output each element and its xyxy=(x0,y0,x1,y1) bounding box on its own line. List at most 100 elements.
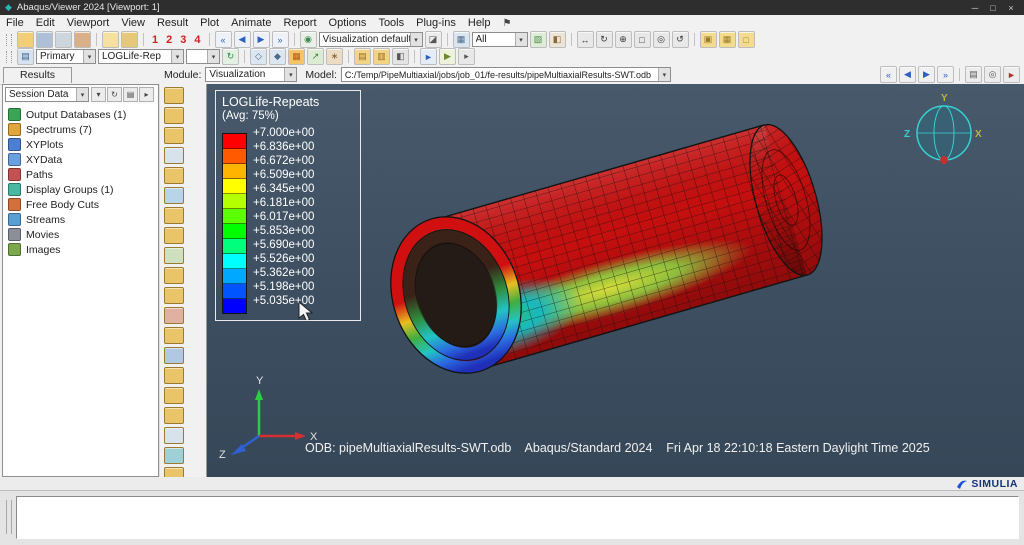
next-frame-button[interactable]: ▶ xyxy=(252,31,270,48)
menu-item[interactable]: Plot xyxy=(194,17,225,29)
field-output-dialog-icon[interactable]: ▤ xyxy=(17,48,34,65)
display-group-combo[interactable]: All ▾ xyxy=(471,32,528,47)
tab-results[interactable]: Results xyxy=(3,67,73,83)
chevron-down-icon[interactable]: ▾ xyxy=(171,50,183,63)
tree-item[interactable]: Free Body Cuts xyxy=(8,197,158,212)
common-options-icon[interactable]: ▥ xyxy=(373,48,390,65)
toolbox-icon[interactable] xyxy=(164,87,184,104)
toolbar-grip[interactable] xyxy=(6,50,12,63)
menu-item[interactable]: File xyxy=(0,17,30,29)
context-help-icon[interactable]: ⚑ xyxy=(497,18,518,29)
animation-options-icon[interactable]: ▸ xyxy=(458,48,475,65)
plot-deformed-icon[interactable]: ◆ xyxy=(269,48,286,65)
previous-frame-button[interactable]: ◀ xyxy=(899,66,916,83)
session-data-combo[interactable]: Session Data ▾ xyxy=(5,87,89,102)
toolbox-icon[interactable] xyxy=(164,127,184,144)
plot-undeformed-icon[interactable]: ◇ xyxy=(250,48,267,65)
module-combo[interactable]: Visualization ▾ xyxy=(205,67,298,82)
tree-item[interactable]: XYData xyxy=(8,152,158,167)
boolean-display-group-icon[interactable]: ◧ xyxy=(548,31,566,48)
display-group-icon[interactable]: ▦ xyxy=(452,31,470,48)
pan-view-icon[interactable]: ↔ xyxy=(576,31,594,48)
tree-item[interactable]: Spectrums (7) xyxy=(8,122,158,137)
visualization-defaults-combo[interactable]: Visualization defaults ▾ xyxy=(318,32,423,47)
first-frame-button[interactable]: « xyxy=(880,66,897,83)
fit-view-icon[interactable]: ◎ xyxy=(652,31,670,48)
chevron-down-icon[interactable]: ▾ xyxy=(657,68,670,81)
toolbox-icon[interactable] xyxy=(164,207,184,224)
cascade-viewports-icon[interactable]: ▣ xyxy=(699,31,717,48)
toolbox-icon[interactable] xyxy=(164,287,184,304)
frame-selector-icon[interactable]: ▤ xyxy=(965,66,982,83)
toolbox-icon[interactable] xyxy=(164,347,184,364)
print-icon[interactable] xyxy=(55,31,72,48)
pipe-model[interactable] xyxy=(369,117,836,392)
tree-item[interactable]: Movies xyxy=(8,227,158,242)
last-frame-button[interactable]: » xyxy=(937,66,954,83)
chevron-down-icon[interactable]: ▾ xyxy=(409,33,422,46)
create-viewport-icon[interactable] xyxy=(102,31,119,48)
toolbox-icon[interactable] xyxy=(164,227,184,244)
tree-options-button[interactable]: ▸ xyxy=(139,87,154,102)
menu-item[interactable]: View xyxy=(115,17,151,29)
next-frame-button[interactable]: ▶ xyxy=(918,66,935,83)
close-button[interactable]: × xyxy=(1003,3,1019,13)
menu-item[interactable]: Animate xyxy=(225,17,277,29)
rotate-view-icon[interactable]: ↻ xyxy=(595,31,613,48)
field-output-refinement-combo[interactable]: ▾ xyxy=(186,49,220,64)
menu-item[interactable]: Result xyxy=(151,17,194,29)
toolbar-grip[interactable] xyxy=(6,33,12,46)
toolbox-icon[interactable] xyxy=(164,327,184,344)
menu-item[interactable]: Plug-ins xyxy=(410,17,462,29)
toolbox-icon[interactable] xyxy=(164,247,184,264)
toolbox-icon[interactable] xyxy=(164,407,184,424)
animate-scale-factor-icon[interactable]: ▶ xyxy=(439,48,456,65)
chevron-down-icon[interactable]: ▾ xyxy=(76,88,88,101)
menu-item[interactable]: Options xyxy=(323,17,373,29)
menu-item[interactable]: Viewport xyxy=(61,17,116,29)
animate-time-history-icon[interactable]: ► xyxy=(420,48,437,65)
splitter-handle[interactable] xyxy=(6,500,12,534)
menu-item[interactable]: Help xyxy=(462,17,497,29)
toolbox-icon[interactable] xyxy=(164,267,184,284)
magnify-view-icon[interactable]: ⊕ xyxy=(614,31,632,48)
tree-refresh-button[interactable]: ↻ xyxy=(107,87,122,102)
tree-item[interactable]: Display Groups (1) xyxy=(8,182,158,197)
viewport-4-button[interactable]: 4 xyxy=(191,34,203,46)
menu-item[interactable]: Edit xyxy=(30,17,61,29)
toolbox-icon[interactable] xyxy=(164,447,184,464)
view-compass[interactable]: Y X Z xyxy=(904,93,982,164)
plot-state-icon[interactable]: ◉ xyxy=(299,31,317,48)
tree-item[interactable]: XYPlots xyxy=(8,137,158,152)
field-output-variable-combo[interactable]: LOGLife-Rep ▾ xyxy=(98,49,184,64)
viewport-3-button[interactable]: 3 xyxy=(177,34,189,46)
toolbox-icon[interactable] xyxy=(164,147,184,164)
tree-item[interactable]: Images xyxy=(8,242,158,257)
tile-viewports-icon[interactable]: ▦ xyxy=(718,31,736,48)
menu-item[interactable]: Tools xyxy=(372,17,410,29)
maximize-viewport-icon[interactable]: □ xyxy=(737,31,755,48)
tree-item[interactable]: Paths xyxy=(8,167,158,182)
previous-frame-button[interactable]: ◀ xyxy=(233,31,251,48)
plot-symbols-icon[interactable]: ↗ xyxy=(307,48,324,65)
plot-contours-icon[interactable]: ▦ xyxy=(288,48,305,65)
contour-legend[interactable]: LOGLife-Repeats (Avg: 75%) +7.000e+00 +6.… xyxy=(215,90,361,321)
model-combo[interactable]: C:/Temp/PipeMultiaxial/jobs/job_01/fe-re… xyxy=(340,67,671,82)
message-log[interactable] xyxy=(16,496,1019,539)
open-database-icon[interactable] xyxy=(17,31,34,48)
view-options-icon[interactable]: ◪ xyxy=(424,31,442,48)
create-display-group-icon[interactable]: ▧ xyxy=(529,31,547,48)
viewport-annotation-icon[interactable] xyxy=(121,31,138,48)
toolbox-icon[interactable] xyxy=(164,427,184,444)
last-frame-button[interactable]: » xyxy=(271,31,289,48)
chevron-down-icon[interactable]: ▾ xyxy=(83,50,95,63)
tree-item[interactable]: Output Databases (1) xyxy=(8,107,158,122)
apply-field-output-icon[interactable]: ↻ xyxy=(222,48,239,65)
tree-filter-button[interactable]: ▤ xyxy=(123,87,138,102)
maximize-button[interactable]: □ xyxy=(985,3,1001,13)
first-frame-button[interactable]: « xyxy=(214,31,232,48)
save-session-icon[interactable] xyxy=(36,31,53,48)
toolbox-icon[interactable] xyxy=(164,187,184,204)
plot-material-orientations-icon[interactable]: ∗ xyxy=(326,48,343,65)
toolbox-icon[interactable] xyxy=(164,167,184,184)
